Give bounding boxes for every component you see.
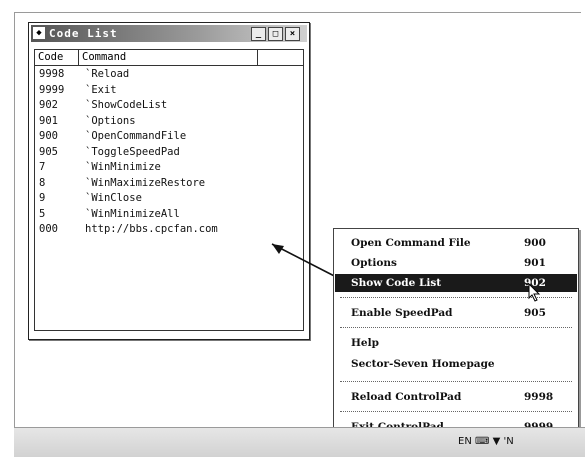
menu-item-homepage[interactable]: Sector-Seven Homepage: [335, 355, 577, 373]
menu-separator: [340, 411, 572, 412]
menu-separator: [340, 327, 572, 328]
context-menu: Open Command File 900 Options 901 Show C…: [333, 228, 579, 442]
menu-item-help[interactable]: Help: [335, 334, 577, 352]
mouse-cursor-icon: [528, 283, 541, 302]
menu-item-reload-controlpad[interactable]: Reload ControlPad 9998: [335, 388, 577, 406]
system-tray[interactable]: EN ⌨ ▼ 'N: [458, 436, 514, 447]
menu-item-open-command-file[interactable]: Open Command File 900: [335, 234, 577, 252]
menu-item-enable-speedpad[interactable]: Enable SpeedPad 905: [335, 304, 577, 322]
menu-item-options[interactable]: Options 901: [335, 254, 577, 272]
menu-separator: [340, 381, 572, 382]
